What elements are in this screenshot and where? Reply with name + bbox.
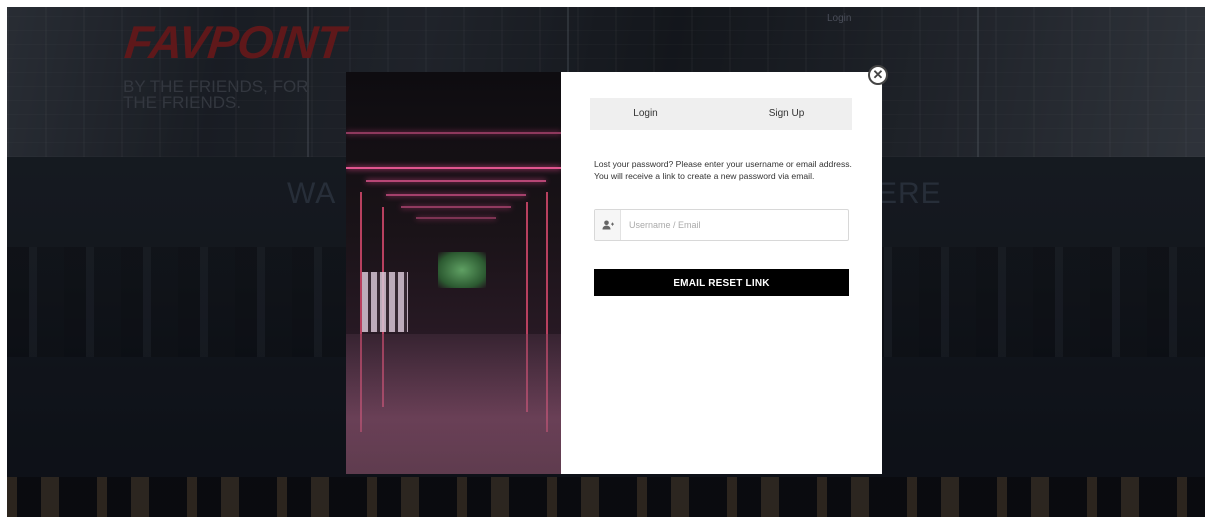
modal-side-image <box>346 72 561 474</box>
reset-instructions: Lost your password? Please enter your us… <box>594 159 852 181</box>
tab-login[interactable]: Login <box>590 98 721 130</box>
close-icon: ✕ <box>872 67 884 82</box>
username-email-field <box>594 209 849 241</box>
auth-tabs: Login Sign Up <box>590 98 852 130</box>
username-email-input[interactable] <box>621 210 848 240</box>
reset-password-modal: Login Sign Up Lost your password? Please… <box>561 72 882 474</box>
tab-sign-up[interactable]: Sign Up <box>721 98 852 130</box>
close-modal-button[interactable]: ✕ <box>868 65 888 85</box>
email-reset-link-button[interactable]: EMAIL RESET LINK <box>594 269 849 296</box>
user-add-icon <box>595 210 621 240</box>
